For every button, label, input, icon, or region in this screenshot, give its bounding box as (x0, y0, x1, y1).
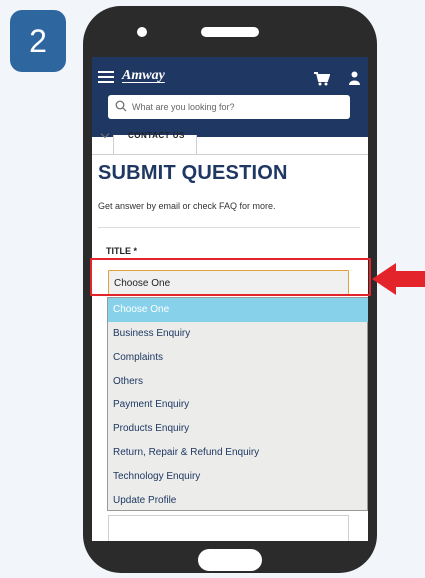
dropdown-option[interactable]: Business Enquiry (108, 322, 368, 346)
next-form-field[interactable] (108, 515, 349, 541)
page-title: SUBMIT QUESTION (98, 162, 288, 184)
brand-logo[interactable]: Amway (122, 68, 165, 84)
tab-contact-us[interactable]: CONTACT US (113, 131, 197, 155)
speaker-icon (201, 27, 259, 37)
arrow-body (395, 271, 425, 287)
tab-strip: CONTACT US (92, 129, 368, 155)
step-badge: 2 (10, 10, 66, 72)
dropdown-option[interactable]: Others (108, 370, 368, 394)
arrow-left-icon (372, 263, 396, 295)
home-button[interactable] (198, 549, 262, 571)
user-icon[interactable] (349, 71, 360, 85)
dropdown-option[interactable]: Complaints (108, 346, 368, 370)
dropdown-option[interactable]: Return, Repair & Refund Enquiry (108, 441, 368, 465)
page-subtitle: Get answer by email or check FAQ for mor… (98, 201, 276, 211)
divider (98, 227, 360, 228)
step-number: 2 (29, 23, 47, 59)
dropdown-option[interactable]: Payment Enquiry (108, 393, 368, 417)
dropdown-option[interactable]: Choose One (108, 298, 368, 322)
search-bar[interactable] (108, 95, 350, 119)
menu-icon[interactable] (98, 71, 114, 84)
search-icon (115, 100, 127, 112)
tab-contact-us-label: CONTACT US (128, 131, 185, 140)
dropdown-option[interactable]: Products Enquiry (108, 417, 368, 441)
title-dropdown-list[interactable]: Choose One Business Enquiry Complaints O… (107, 297, 368, 511)
dropdown-option[interactable]: Technology Enquiry (108, 465, 368, 489)
search-input[interactable] (132, 95, 342, 119)
camera-icon (137, 27, 147, 37)
app-header: Amway (92, 57, 368, 137)
title-field-label: TITLE * (106, 246, 137, 256)
cart-icon[interactable] (314, 72, 330, 86)
dropdown-option[interactable]: Update Profile (108, 489, 368, 513)
highlight-box (90, 258, 371, 296)
phone-screen: Amway CONTACT US (92, 57, 368, 541)
